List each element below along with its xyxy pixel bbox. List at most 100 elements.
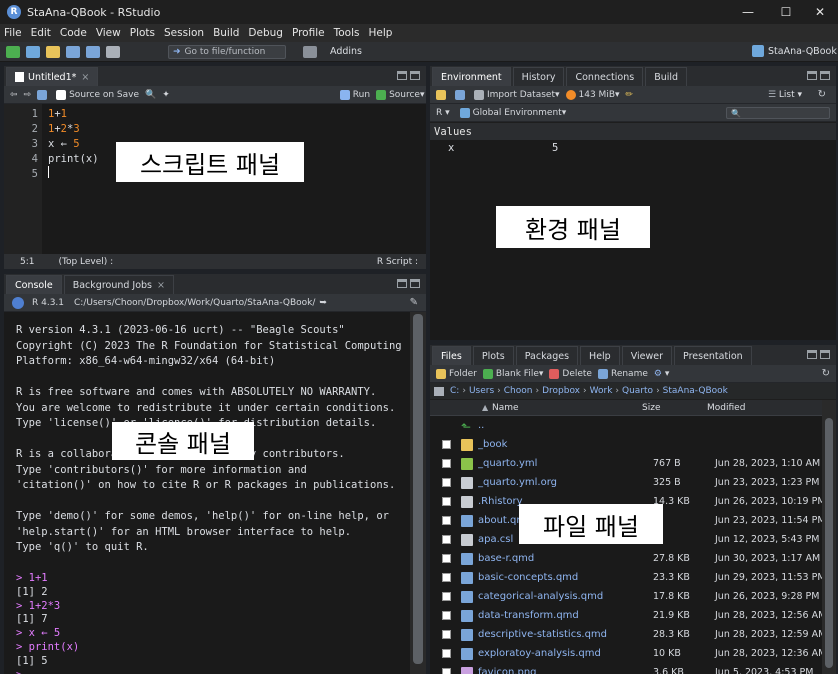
minimize-window-button[interactable]: — <box>730 0 766 24</box>
file-name[interactable]: base-r.qmd <box>478 553 653 564</box>
file-row[interactable]: exploratoy-analysis.qmd 10 KB Jun 28, 2023… <box>430 644 834 663</box>
menu-item[interactable]: Code <box>60 27 87 39</box>
new-folder-button[interactable]: Folder <box>436 368 477 379</box>
menu-item[interactable]: Debug <box>248 27 283 39</box>
close-window-button[interactable]: ✕ <box>802 0 838 24</box>
save-file-icon[interactable] <box>37 89 48 100</box>
file-checkbox[interactable] <box>442 668 451 674</box>
console-scrollbar[interactable] <box>410 312 426 674</box>
menu-item[interactable]: Profile <box>292 27 325 39</box>
new-project-icon[interactable] <box>26 45 40 58</box>
source-on-save-toggle[interactable]: Source on Save <box>56 89 139 100</box>
print-icon[interactable] <box>106 45 120 58</box>
save-workspace-icon[interactable] <box>455 89 465 100</box>
go-to-directory-icon[interactable]: ➥ <box>319 298 327 308</box>
pane-minmax[interactable] <box>807 71 830 80</box>
file-checkbox[interactable] <box>442 459 451 468</box>
files-scrollbar[interactable] <box>822 400 836 674</box>
tab-plots[interactable]: Plots <box>472 346 514 365</box>
file-checkbox[interactable] <box>442 516 451 525</box>
tab-background-jobs[interactable]: Background Jobs × <box>63 275 174 294</box>
wand-icon[interactable]: ✦ <box>162 90 170 100</box>
breadcrumb-item[interactable]: Choon <box>504 386 533 396</box>
file-row[interactable]: data-transform.qmd 21.9 KB Jun 28, 2023, 1… <box>430 606 834 625</box>
run-button[interactable]: Run <box>339 89 370 100</box>
menu-item[interactable]: Help <box>368 27 392 39</box>
breadcrumb-item[interactable]: Work <box>590 386 613 396</box>
breadcrumb-item[interactable]: Dropbox <box>542 386 580 396</box>
load-workspace-icon[interactable] <box>436 89 446 100</box>
menu-item[interactable]: Tools <box>334 27 360 39</box>
variable-row[interactable]: x 5 <box>430 140 836 156</box>
file-checkbox[interactable] <box>442 554 451 563</box>
save-icon[interactable] <box>66 45 80 58</box>
refresh-icon[interactable]: ↻ <box>822 368 830 379</box>
source-button[interactable]: Source ▾ <box>376 89 425 100</box>
file-type-indicator[interactable]: R Script : <box>377 257 418 267</box>
file-checkbox[interactable] <box>442 535 451 544</box>
pane-minmax[interactable] <box>397 279 420 288</box>
import-dataset-button[interactable]: Import Dataset ▾ <box>474 89 560 100</box>
file-checkbox[interactable] <box>442 630 451 639</box>
forward-arrow-icon[interactable]: ⇨ <box>24 90 32 100</box>
tab-connections[interactable]: Connections <box>566 67 644 86</box>
menu-item[interactable]: File <box>4 27 22 39</box>
file-name[interactable]: .. <box>478 420 653 431</box>
file-name[interactable]: descriptive-statistics.qmd <box>478 629 653 640</box>
rename-button[interactable]: Rename <box>597 368 648 379</box>
tab-history[interactable]: History <box>512 67 565 86</box>
breadcrumb-item[interactable]: Users <box>469 386 494 396</box>
addins-menu[interactable]: Addins <box>330 46 362 57</box>
menu-item[interactable]: Edit <box>31 27 51 39</box>
menu-item[interactable]: Build <box>213 27 239 39</box>
working-directory[interactable]: C:/Users/Choon/Dropbox/Work/Quarto/StaAn… <box>74 298 315 308</box>
go-to-file-input[interactable]: ➜ Go to file/function <box>168 45 286 59</box>
grid-layout-icon[interactable] <box>303 46 317 58</box>
tab-help[interactable]: Help <box>580 346 620 365</box>
pane-minmax[interactable] <box>397 71 420 80</box>
tab-presentation[interactable]: Presentation <box>674 346 752 365</box>
file-checkbox[interactable] <box>442 611 451 620</box>
file-name[interactable]: _quarto.yml <box>478 458 653 469</box>
maximize-window-button[interactable]: ☐ <box>768 0 804 24</box>
clear-console-icon[interactable]: ✎ <box>410 297 418 308</box>
file-name[interactable]: data-transform.qmd <box>478 610 653 621</box>
console-output[interactable]: R version 4.3.1 (2023-06-16 ucrt) -- "Be… <box>4 312 410 674</box>
project-menu[interactable]: StaAna-QBook <box>768 46 837 57</box>
tab-untitled1[interactable]: Untitled1* × <box>6 67 99 86</box>
refresh-icon[interactable]: ↻ <box>818 89 826 100</box>
close-tab-icon[interactable]: × <box>157 280 165 291</box>
home-icon[interactable] <box>434 386 444 396</box>
new-file-icon[interactable] <box>6 45 20 58</box>
file-checkbox[interactable] <box>442 592 451 601</box>
tab-packages[interactable]: Packages <box>515 346 579 365</box>
file-checkbox[interactable] <box>442 649 451 658</box>
scope-indicator[interactable]: (Top Level) : <box>58 257 113 267</box>
back-arrow-icon[interactable]: ⇦ <box>10 90 18 100</box>
file-row[interactable]: _book <box>430 435 834 454</box>
file-checkbox[interactable] <box>442 478 451 487</box>
list-view-menu[interactable]: ☰ List ▾ <box>768 90 802 100</box>
file-name[interactable]: favicon.png <box>478 667 653 674</box>
pane-minmax[interactable] <box>807 350 830 359</box>
file-row[interactable]: _quarto.yml 767 B Jun 28, 2023, 1:10 AM <box>430 454 834 473</box>
menu-item[interactable]: Session <box>164 27 204 39</box>
language-select[interactable]: R ▾ <box>436 108 450 118</box>
column-size[interactable]: Size <box>642 403 660 413</box>
file-row[interactable]: _quarto.yml.org 325 B Jun 23, 2023, 1:23 P… <box>430 473 834 492</box>
file-name[interactable]: categorical-analysis.qmd <box>478 591 653 602</box>
tab-files[interactable]: Files <box>432 346 471 365</box>
file-row[interactable]: categorical-analysis.qmd 17.8 KB Jun 26, 2… <box>430 587 834 606</box>
file-row[interactable]: base-r.qmd 27.8 KB Jun 30, 2023, 1:17 AM <box>430 549 834 568</box>
file-row[interactable]: ⬑.. <box>430 416 834 435</box>
file-name[interactable]: _book <box>478 439 653 450</box>
menu-item[interactable]: Plots <box>130 27 155 39</box>
file-name[interactable]: exploratoy-analysis.qmd <box>478 648 653 659</box>
broom-icon[interactable]: ✏ <box>626 90 634 100</box>
file-row[interactable]: favicon.png 3.6 KB Jun 5, 2023, 4:53 PM <box>430 663 834 674</box>
file-row[interactable]: descriptive-statistics.qmd 28.3 KB Jun 28,… <box>430 625 834 644</box>
delete-button[interactable]: Delete <box>549 368 592 379</box>
column-name[interactable]: Name <box>492 403 519 413</box>
blank-file-button[interactable]: Blank File ▾ <box>482 368 543 379</box>
more-gear-menu[interactable]: ⚙ ▾ <box>654 369 669 379</box>
